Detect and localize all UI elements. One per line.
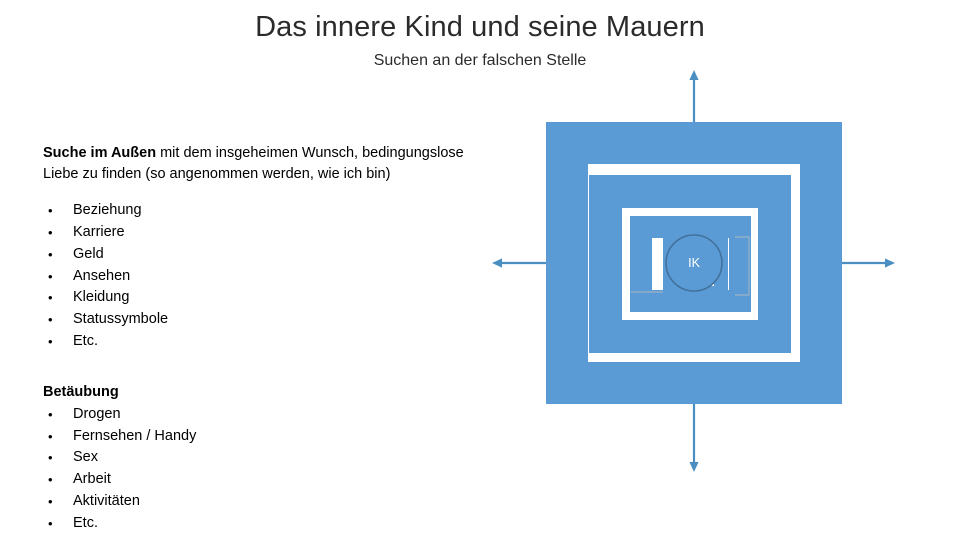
list-item: • Beziehung bbox=[43, 200, 495, 222]
numbing-block: Betäubung • Drogen • Fernsehen / Handy • Se… bbox=[43, 382, 495, 534]
bullet-dot-icon: • bbox=[48, 407, 53, 423]
bullet-dot-icon: • bbox=[48, 311, 53, 327]
list-item: • Statussymbole bbox=[43, 309, 495, 331]
bullet-dot-icon: • bbox=[48, 290, 53, 306]
list-item: • Etc. bbox=[43, 513, 495, 535]
list-item: • Ansehen bbox=[43, 266, 495, 288]
walls-diagram: IK bbox=[480, 60, 910, 485]
bullet-dot-icon: • bbox=[48, 472, 53, 488]
search-paragraph-lead: Suche im Außen bbox=[43, 144, 157, 161]
inner-child-label: IK bbox=[688, 256, 700, 270]
list-item-label: Fernsehen / Handy bbox=[73, 427, 197, 444]
arrow-up-icon bbox=[689, 70, 699, 128]
bullet-dot-icon: • bbox=[48, 246, 53, 262]
list-item: • Etc. bbox=[43, 331, 495, 353]
list-item-label: Drogen bbox=[73, 406, 121, 423]
bullet-dot-icon: • bbox=[48, 268, 53, 284]
list-item-label: Statussymbole bbox=[73, 310, 169, 327]
list-item: • Kleidung bbox=[43, 287, 495, 309]
arrow-down-icon bbox=[689, 395, 699, 472]
bullet-dot-icon: • bbox=[48, 450, 53, 466]
list-item-label: Sex bbox=[73, 449, 98, 466]
numbing-bullet-list: • Drogen • Fernsehen / Handy • Sex • Arbeit … bbox=[43, 404, 495, 534]
numbing-heading: Betäubung bbox=[43, 384, 119, 401]
bullet-dot-icon: • bbox=[48, 333, 53, 349]
list-item: • Sex bbox=[43, 447, 495, 469]
bullet-dot-icon: • bbox=[48, 428, 53, 444]
page-title: Das innere Kind und seine Mauern bbox=[255, 11, 705, 43]
list-item-label: Kleidung bbox=[73, 289, 130, 306]
list-item-label: Etc. bbox=[73, 514, 98, 531]
list-item: • Arbeit bbox=[43, 469, 495, 491]
list-item: • Drogen bbox=[43, 404, 495, 426]
list-item: • Aktivitäten bbox=[43, 491, 495, 513]
list-item: • Fernsehen / Handy bbox=[43, 426, 495, 448]
list-item-label: Etc. bbox=[73, 332, 98, 349]
search-bullet-list: • Beziehung • Karriere • Geld • Ansehen • Kle… bbox=[43, 200, 495, 352]
list-item-label: Beziehung bbox=[73, 202, 142, 219]
list-item: • Geld bbox=[43, 244, 495, 266]
bullet-dot-icon: • bbox=[48, 515, 53, 531]
list-item-label: Ansehen bbox=[73, 267, 131, 284]
search-paragraph: Suche im Außen mit dem insgeheimen Wunsc… bbox=[43, 143, 495, 186]
bullet-dot-icon: • bbox=[48, 493, 53, 509]
list-item-label: Geld bbox=[73, 245, 104, 262]
bullet-dot-icon: • bbox=[48, 203, 53, 219]
list-item-label: Aktivitäten bbox=[73, 492, 140, 509]
list-item: • Karriere bbox=[43, 222, 495, 244]
list-item-label: Karriere bbox=[73, 224, 125, 241]
left-text-panel: Suche im Außen mit dem insgeheimen Wunsc… bbox=[43, 128, 495, 534]
bullet-dot-icon: • bbox=[48, 225, 53, 241]
list-item-label: Arbeit bbox=[73, 471, 111, 488]
